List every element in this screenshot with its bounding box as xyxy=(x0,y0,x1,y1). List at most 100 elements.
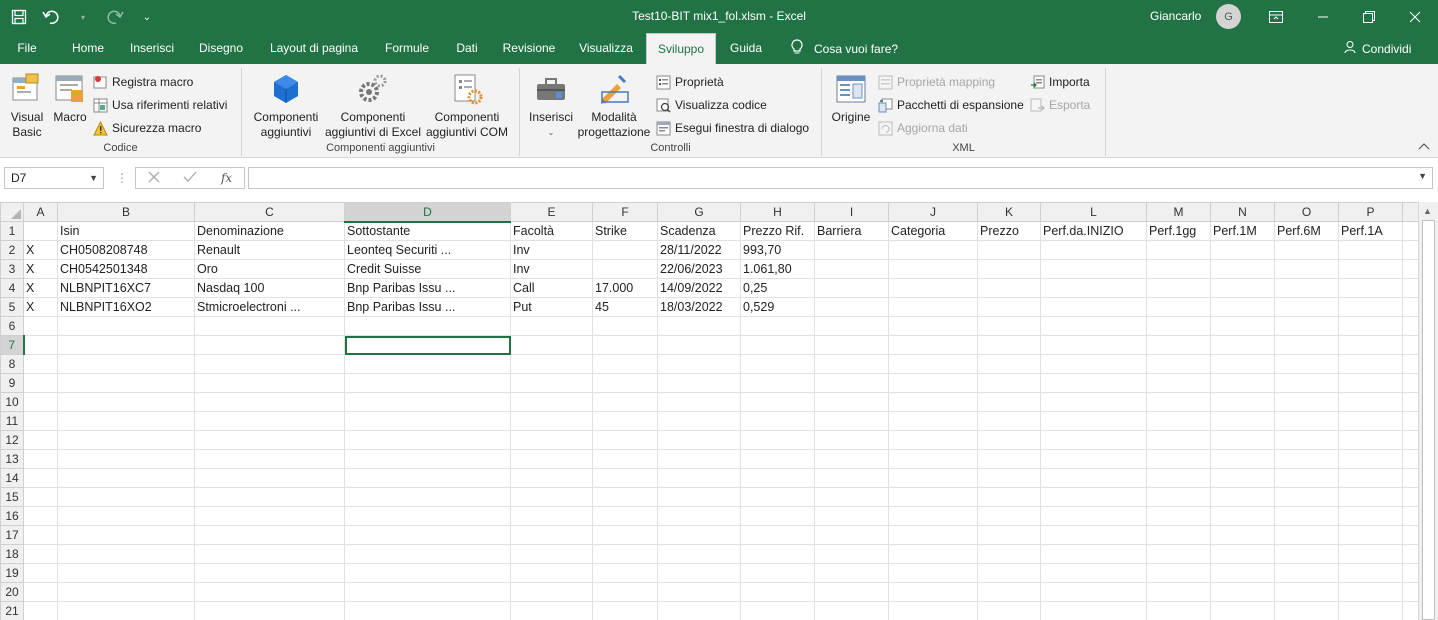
cell-m14[interactable] xyxy=(1146,468,1211,488)
column-header-h[interactable]: H xyxy=(740,202,815,222)
cell-i3[interactable] xyxy=(814,259,889,279)
cell-h2[interactable]: 993,70 xyxy=(740,240,815,260)
cell-e8[interactable] xyxy=(510,354,593,374)
cell-c20[interactable] xyxy=(194,582,345,602)
row-header-13[interactable]: 13 xyxy=(0,449,24,469)
cell-j16[interactable] xyxy=(888,506,978,526)
cell-overflow[interactable] xyxy=(1402,525,1419,545)
column-header-f[interactable]: F xyxy=(592,202,658,222)
cell-overflow[interactable] xyxy=(1402,449,1419,469)
sicurezza-macro-button[interactable]: Sicurezza macro xyxy=(93,118,201,138)
column-header-j[interactable]: J xyxy=(888,202,978,222)
cell-p17[interactable] xyxy=(1338,525,1403,545)
row-header-12[interactable]: 12 xyxy=(0,430,24,450)
cell-j19[interactable] xyxy=(888,563,978,583)
cell-j3[interactable] xyxy=(888,259,978,279)
cell-l17[interactable] xyxy=(1040,525,1147,545)
cell-overflow[interactable] xyxy=(1402,297,1419,317)
cell-e14[interactable] xyxy=(510,468,593,488)
componenti-aggiuntivi-button[interactable]: Componenti aggiuntivi xyxy=(248,70,324,140)
row-header-5[interactable]: 5 xyxy=(0,297,24,317)
cell-g20[interactable] xyxy=(657,582,741,602)
cell-m2[interactable] xyxy=(1146,240,1211,260)
cell-i2[interactable] xyxy=(814,240,889,260)
cell-g16[interactable] xyxy=(657,506,741,526)
cell-f4[interactable]: 17.000 xyxy=(592,278,658,298)
cell-m10[interactable] xyxy=(1146,392,1211,412)
cell-i19[interactable] xyxy=(814,563,889,583)
cell-m6[interactable] xyxy=(1146,316,1211,336)
cell-p19[interactable] xyxy=(1338,563,1403,583)
cell-f1[interactable]: Strike xyxy=(592,221,658,241)
cell-o9[interactable] xyxy=(1274,373,1339,393)
cell-overflow[interactable] xyxy=(1402,468,1419,488)
row-header-21[interactable]: 21 xyxy=(0,601,24,620)
cell-c2[interactable]: Renault xyxy=(194,240,345,260)
cell-b3[interactable]: CH0542501348 xyxy=(57,259,195,279)
cell-a7[interactable] xyxy=(23,335,58,355)
column-header-p[interactable]: P xyxy=(1338,202,1403,222)
componenti-aggiuntivi-excel-button[interactable]: Componenti aggiuntivi di Excel xyxy=(322,70,424,140)
cell-m12[interactable] xyxy=(1146,430,1211,450)
cell-p8[interactable] xyxy=(1338,354,1403,374)
cell-i14[interactable] xyxy=(814,468,889,488)
inserisci-controllo-button[interactable]: Inserisci ⌄ xyxy=(526,70,576,140)
cell-b4[interactable]: NLBNPIT16XC7 xyxy=(57,278,195,298)
cell-c17[interactable] xyxy=(194,525,345,545)
cell-g12[interactable] xyxy=(657,430,741,450)
cell-j13[interactable] xyxy=(888,449,978,469)
cell-j20[interactable] xyxy=(888,582,978,602)
cell-d3[interactable]: Credit Suisse xyxy=(344,259,511,279)
cell-i6[interactable] xyxy=(814,316,889,336)
cell-l6[interactable] xyxy=(1040,316,1147,336)
row-header-8[interactable]: 8 xyxy=(0,354,24,374)
cell-n7[interactable] xyxy=(1210,335,1275,355)
row-header-17[interactable]: 17 xyxy=(0,525,24,545)
tab-file[interactable]: File xyxy=(8,33,46,64)
cell-c12[interactable] xyxy=(194,430,345,450)
cell-k21[interactable] xyxy=(977,601,1041,620)
cell-k9[interactable] xyxy=(977,373,1041,393)
cell-d19[interactable] xyxy=(344,563,511,583)
cell-k6[interactable] xyxy=(977,316,1041,336)
cell-h17[interactable] xyxy=(740,525,815,545)
registra-macro-button[interactable]: Registra macro xyxy=(93,72,193,92)
cell-n10[interactable] xyxy=(1210,392,1275,412)
cell-f14[interactable] xyxy=(592,468,658,488)
cell-i18[interactable] xyxy=(814,544,889,564)
tab-sviluppo[interactable]: Sviluppo xyxy=(646,33,716,64)
cell-h4[interactable]: 0,25 xyxy=(740,278,815,298)
cell-l8[interactable] xyxy=(1040,354,1147,374)
cell-b16[interactable] xyxy=(57,506,195,526)
row-header-2[interactable]: 2 xyxy=(0,240,24,260)
cell-i12[interactable] xyxy=(814,430,889,450)
cell-k7[interactable] xyxy=(977,335,1041,355)
cell-c9[interactable] xyxy=(194,373,345,393)
column-header-g[interactable]: G xyxy=(657,202,741,222)
proprieta-button[interactable]: Proprietà xyxy=(656,72,724,92)
cell-k19[interactable] xyxy=(977,563,1041,583)
column-header-k[interactable]: K xyxy=(977,202,1041,222)
cell-p16[interactable] xyxy=(1338,506,1403,526)
cell-n6[interactable] xyxy=(1210,316,1275,336)
cell-b5[interactable]: NLBNPIT16XO2 xyxy=(57,297,195,317)
cell-n4[interactable] xyxy=(1210,278,1275,298)
cell-a1[interactable] xyxy=(23,221,58,241)
cell-f12[interactable] xyxy=(592,430,658,450)
cell-f11[interactable] xyxy=(592,411,658,431)
cell-e11[interactable] xyxy=(510,411,593,431)
column-header-m[interactable]: M xyxy=(1146,202,1211,222)
scroll-up-icon[interactable]: ▲ xyxy=(1423,206,1432,216)
cell-b21[interactable] xyxy=(57,601,195,620)
cell-d20[interactable] xyxy=(344,582,511,602)
row-header-4[interactable]: 4 xyxy=(0,278,24,298)
cell-c8[interactable] xyxy=(194,354,345,374)
cell-p9[interactable] xyxy=(1338,373,1403,393)
close-icon[interactable] xyxy=(1392,0,1438,33)
column-header-e[interactable]: E xyxy=(510,202,593,222)
cell-k12[interactable] xyxy=(977,430,1041,450)
cell-l15[interactable] xyxy=(1040,487,1147,507)
tab-layout-di-pagina[interactable]: Layout di pagina xyxy=(262,33,366,64)
cell-h5[interactable]: 0,529 xyxy=(740,297,815,317)
cell-b11[interactable] xyxy=(57,411,195,431)
